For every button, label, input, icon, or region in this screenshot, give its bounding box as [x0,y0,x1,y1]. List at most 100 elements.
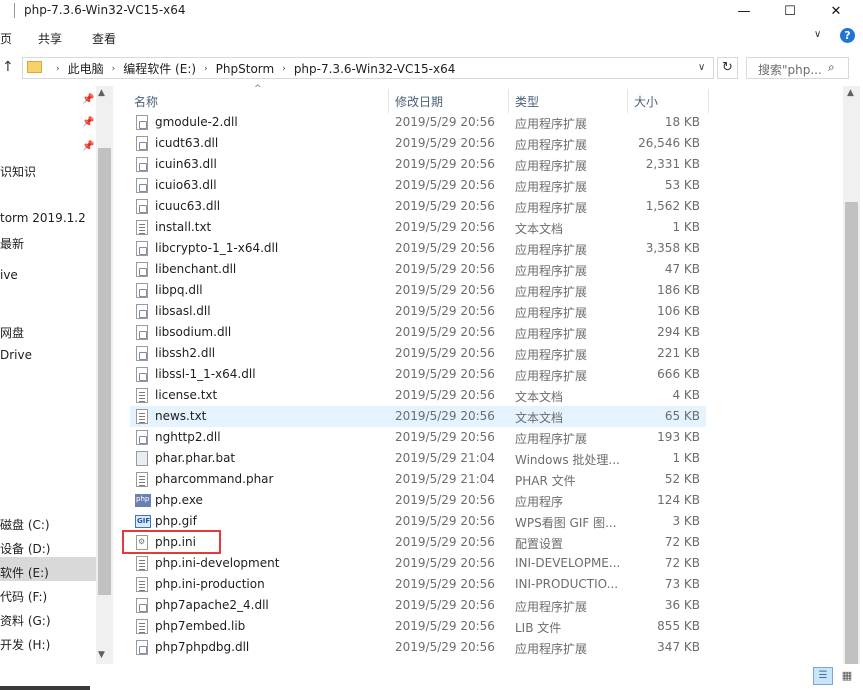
ribbon-collapse-icon[interactable]: ∨ [814,29,828,43]
details-view-button[interactable]: ☰ [813,667,833,685]
column-divider[interactable] [708,89,709,113]
file-date: 2019/5/29 20:56 [395,493,495,507]
column-divider[interactable] [627,89,628,113]
file-row[interactable]: news.txt 2019/5/29 20:56 文本文档 65 KB [130,406,706,427]
breadcrumb-item[interactable]: 此电脑 [68,60,104,77]
file-size: 65 KB [664,409,700,423]
file-date: 2019/5/29 20:56 [395,157,495,171]
nav-item[interactable]: 识知识 [0,163,36,180]
file-row[interactable]: libsodium.dll 2019/5/29 20:56 应用程序扩展 294 KB [130,322,706,343]
breadcrumb-item[interactable]: 编程软件 (E:) [123,60,196,77]
sort-ascending-icon: ^ [254,84,262,94]
file-row[interactable]: libcrypto-1_1-x64.dll 2019/5/29 20:56 应用程序… [130,238,706,259]
up-arrow-icon[interactable]: ↑ [2,59,18,77]
column-header-date[interactable]: 修改日期 [395,93,443,110]
nav-item-drive-f[interactable]: 代码 (F:) [0,588,47,605]
file-name: libpq.dll [155,283,203,297]
file-row[interactable]: pharcommand.phar 2019/5/29 21:04 PHAR 文件 52… [130,469,706,490]
file-txt-icon [136,577,148,592]
minimize-button[interactable]: — [721,0,767,22]
file-row[interactable]: libpq.dll 2019/5/29 20:56 应用程序扩展 186 KB [130,280,706,301]
nav-item-drive-g[interactable]: 资料 (G:) [0,612,51,629]
file-row[interactable]: libssh2.dll 2019/5/29 20:56 应用程序扩展 221 KB [130,343,706,364]
chevron-right-icon[interactable]: › [112,64,116,74]
tab-share[interactable]: 共享 [38,30,62,47]
file-row[interactable]: php7phpdbg.dll 2019/5/29 20:56 应用程序扩展 347 K… [130,637,706,658]
file-date: 2019/5/29 20:56 [395,367,495,381]
nav-item-drive-c[interactable]: 磁盘 (C:) [0,516,50,533]
file-row[interactable]: php7apache2_4.dll 2019/5/29 20:56 应用程序扩展 36… [130,595,706,616]
pin-icon[interactable]: 📌 [82,117,94,128]
file-row[interactable]: icuuc63.dll 2019/5/29 20:56 应用程序扩展 1,562 KB [130,196,706,217]
file-row[interactable]: icudt63.dll 2019/5/29 20:56 应用程序扩展 26,546 K… [130,133,706,154]
file-list: gmodule-2.dll 2019/5/29 20:56 应用程序扩展 18 KB i… [130,112,706,664]
file-row[interactable]: php.ini-production 2019/5/29 20:56 INI-PRO… [130,574,706,595]
chevron-right-icon[interactable]: › [204,64,208,74]
file-row[interactable]: license.txt 2019/5/29 20:56 文本文档 4 KB [130,385,706,406]
help-icon[interactable]: ? [840,28,855,43]
file-row[interactable]: php.gif 2019/5/29 20:56 WPS看图 GIF 图... 3 KB [130,511,706,532]
file-row[interactable]: libenchant.dll 2019/5/29 20:56 应用程序扩展 47 KB [130,259,706,280]
nav-item-drive-d[interactable]: 设备 (D:) [0,540,50,557]
tab-view[interactable]: 查看 [92,30,116,47]
file-row[interactable]: php7embed.lib 2019/5/29 20:56 LIB 文件 855 KB [130,616,706,637]
file-row[interactable]: php.exe 2019/5/29 20:56 应用程序 124 KB [130,490,706,511]
file-date: 2019/5/29 20:56 [395,388,495,402]
scroll-down-icon[interactable]: ▼ [98,650,105,660]
refresh-button[interactable]: ↻ [717,57,738,79]
file-dll-icon [136,346,148,361]
file-gif-icon [135,515,151,528]
file-date: 2019/5/29 20:56 [395,325,495,339]
file-dll-icon [136,430,148,445]
file-row[interactable]: nghttp2.dll 2019/5/29 20:56 应用程序扩展 193 KB [130,427,706,448]
pin-icon[interactable]: 📌 [82,141,94,152]
column-divider[interactable] [388,89,389,113]
file-size: 1 KB [672,220,700,234]
nav-item[interactable]: 最新 [0,235,24,252]
file-row[interactable]: icuio63.dll 2019/5/29 20:56 应用程序扩展 53 KB [130,175,706,196]
file-dll-icon [136,136,148,151]
file-row[interactable]: icuin63.dll 2019/5/29 20:56 应用程序扩展 2,331 KB [130,154,706,175]
column-header-type[interactable]: 类型 [515,93,539,110]
file-dll-icon [136,262,148,277]
nav-item[interactable]: 网盘 [0,324,24,341]
file-dll-icon [136,598,148,613]
file-size: 72 KB [664,556,700,570]
search-icon[interactable]: ⌕ [828,60,835,75]
scroll-up-icon[interactable]: ▲ [98,88,105,98]
file-row[interactable]: phar.phar.bat 2019/5/29 21:04 Windows 批处理.… [130,448,706,469]
file-type: Windows 批处理... [515,453,620,467]
chevron-down-icon[interactable]: ∨ [698,62,705,73]
tiles-view-button[interactable]: ▦ [837,667,857,685]
nav-item[interactable]: torm 2019.1.2 [0,211,86,225]
file-row[interactable]: libsasl.dll 2019/5/29 20:56 应用程序扩展 106 KB [130,301,706,322]
nav-item[interactable]: ive [0,268,18,282]
file-type: 应用程序扩展 [515,600,588,614]
nav-item-drive-h[interactable]: 开发 (H:) [0,636,50,653]
column-divider[interactable] [508,89,509,113]
breadcrumb-item[interactable]: php-7.3.6-Win32-VC15-x64 [294,62,456,76]
breadcrumb-item[interactable]: PhpStorm [216,62,275,76]
nav-item-drive-e[interactable]: 软件 (E:) [0,564,49,581]
pin-icon[interactable]: 📌 [82,94,94,105]
file-row[interactable]: install.txt 2019/5/29 20:56 文本文档 1 KB [130,217,706,238]
file-row[interactable]: libssl-1_1-x64.dll 2019/5/29 20:56 应用程序扩展 6… [130,364,706,385]
file-row[interactable]: gmodule-2.dll 2019/5/29 20:56 应用程序扩展 18 KB [130,112,706,133]
scroll-up-icon[interactable]: ▲ [847,88,854,98]
tab-home[interactable]: 页 [0,30,12,47]
file-dll-icon [136,115,148,130]
file-type: 应用程序扩展 [515,159,588,173]
file-size: 36 KB [664,598,700,612]
chevron-right-icon[interactable]: › [282,64,286,74]
file-row[interactable]: php.ini-development 2019/5/29 20:56 INI-DE… [130,553,706,574]
nav-item[interactable]: Drive [0,348,32,362]
maximize-button[interactable]: ☐ [767,0,813,22]
file-date: 2019/5/29 21:04 [395,472,495,486]
file-dll-icon [136,304,148,319]
close-button[interactable]: ✕ [813,0,859,22]
nav-scrollbar-thumb[interactable] [98,148,111,595]
column-header-size[interactable]: 大小 [634,93,658,110]
file-list-scrollbar-thumb[interactable] [845,202,858,664]
file-date: 2019/5/29 20:56 [395,262,495,276]
column-header-name[interactable]: 名称 [134,93,158,110]
